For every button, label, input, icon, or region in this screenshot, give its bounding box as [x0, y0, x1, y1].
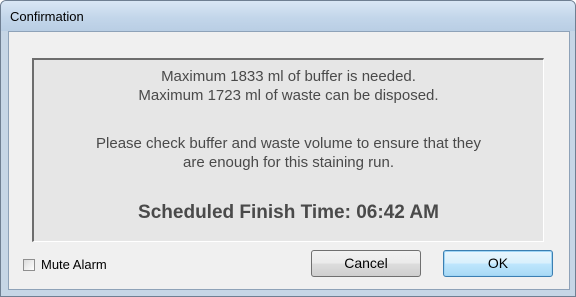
check-volume-text-continued: are enough for this staining run.: [183, 154, 394, 171]
dialog-body: Maximum 1833 ml of buffer is needed. Max…: [8, 31, 570, 290]
check-volume-text: Please check buffer and waste volume to …: [96, 135, 481, 152]
mute-alarm-option[interactable]: Mute Alarm: [23, 257, 107, 272]
title-bar[interactable]: Confirmation: [1, 1, 575, 31]
ok-button[interactable]: OK: [443, 250, 553, 277]
window-title: Confirmation: [10, 9, 84, 24]
message-panel: Maximum 1833 ml of buffer is needed. Max…: [32, 58, 544, 242]
waste-capacity-text: Maximum 1723 ml of waste can be disposed…: [138, 87, 439, 104]
mute-alarm-checkbox[interactable]: [23, 258, 35, 271]
mute-alarm-label[interactable]: Mute Alarm: [41, 257, 107, 272]
confirmation-dialog: Confirmation Maximum 1833 ml of buffer i…: [0, 0, 576, 297]
cancel-button[interactable]: Cancel: [311, 250, 421, 277]
scheduled-finish-time: Scheduled Finish Time: 06:42 AM: [138, 202, 439, 223]
buffer-needed-text: Maximum 1833 ml of buffer is needed.: [161, 68, 416, 85]
